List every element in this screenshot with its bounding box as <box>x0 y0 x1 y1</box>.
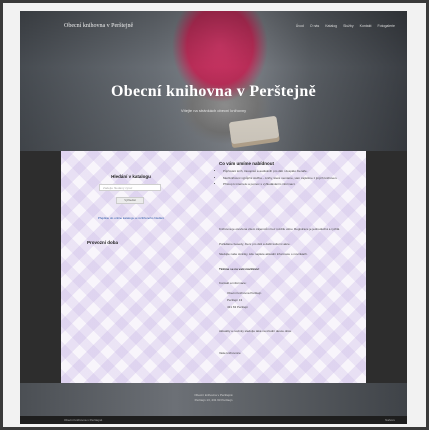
hero-banner: Obecní knihovna v Perštejně Úvod O nás K… <box>20 11 407 151</box>
article-paragraph: Sledujte naše stránky, kde najdete aktuá… <box>219 252 308 256</box>
contact-title: Kontakt a informace: <box>219 281 247 285</box>
catalog-search-title: Hledání v katalogu <box>111 174 151 179</box>
nav-item-fotogalerie[interactable]: Fotogalerie <box>377 24 395 28</box>
contact-line: Obecní knihovna Perštejn <box>227 291 262 295</box>
list-item: Meziknihovní výpůjční služba – knihy, kt… <box>223 176 363 181</box>
article-paragraph: Knihovna je otevřena všem zájemcům bez r… <box>219 227 341 231</box>
article-bold-paragraph: Těšíme se na vaši návštěvu! <box>219 267 260 271</box>
nav-item-sluzby[interactable]: Služby <box>343 24 354 28</box>
back-to-top-link[interactable]: Nahoru <box>385 418 395 422</box>
nav-item-uvod[interactable]: Úvod <box>296 24 304 28</box>
online-catalog-link[interactable]: Přejděte do online katalogu a rozšířenéh… <box>91 216 171 221</box>
footer-line: Perštejn 13, 431 63 Perštejn <box>194 397 233 402</box>
nav-item-kontakt[interactable]: Kontakt <box>360 24 372 28</box>
browser-frame: Obecní knihovna v Perštejně Úvod O nás K… <box>3 3 426 427</box>
main-nav: Úvod O nás Katalog Služby Kontakt Fotoga… <box>296 24 395 28</box>
catalog-search-input[interactable]: Zadejte hledaný výraz <box>99 184 161 191</box>
main-content: Hledání v katalogu Zadejte hledaný výraz… <box>61 151 366 383</box>
bottom-bar: Obecní knihovna v Perštejně Nahoru <box>20 416 407 424</box>
copyright-text: Obecní knihovna v Perštejně <box>64 417 103 422</box>
web-page: Obecní knihovna v Perštejně Úvod O nás K… <box>20 11 407 424</box>
list-item: Přístup k internetu a pomoc s vyhledáván… <box>223 182 363 187</box>
contact-line: Perštejn 13 <box>227 298 243 302</box>
services-list: Půjčování knih, časopisů a audioknih pro… <box>217 169 363 189</box>
list-item: Půjčování knih, časopisů a audioknih pro… <box>223 169 363 174</box>
opening-hours-title: Provozní doba <box>87 240 119 245</box>
article-title: Co vám umíme nabídnout <box>219 161 275 166</box>
article-outro: Aktuality a novinky sledujte také na úře… <box>219 329 293 333</box>
site-title-link[interactable]: Obecní knihovna v Perštejně <box>64 23 133 29</box>
hero-title: Obecní knihovna v Perštejně <box>111 83 316 100</box>
catalog-search-button[interactable]: Vyhledat <box>116 197 144 204</box>
nav-item-katalog[interactable]: Katalog <box>325 24 337 28</box>
hero-subtitle: Vítejte na stránkách obecní knihovny <box>180 108 247 113</box>
article-signature: Vaše knihovnice <box>219 351 241 355</box>
footer-banner: Obecní knihovna v Perštejně Perštejn 13,… <box>20 383 407 416</box>
contact-line: 431 63 Perštejn <box>227 305 249 309</box>
nav-item-o-nas[interactable]: O nás <box>310 24 319 28</box>
article-paragraph: Pořádáme besedy, čtení pro děti a další … <box>219 242 291 246</box>
